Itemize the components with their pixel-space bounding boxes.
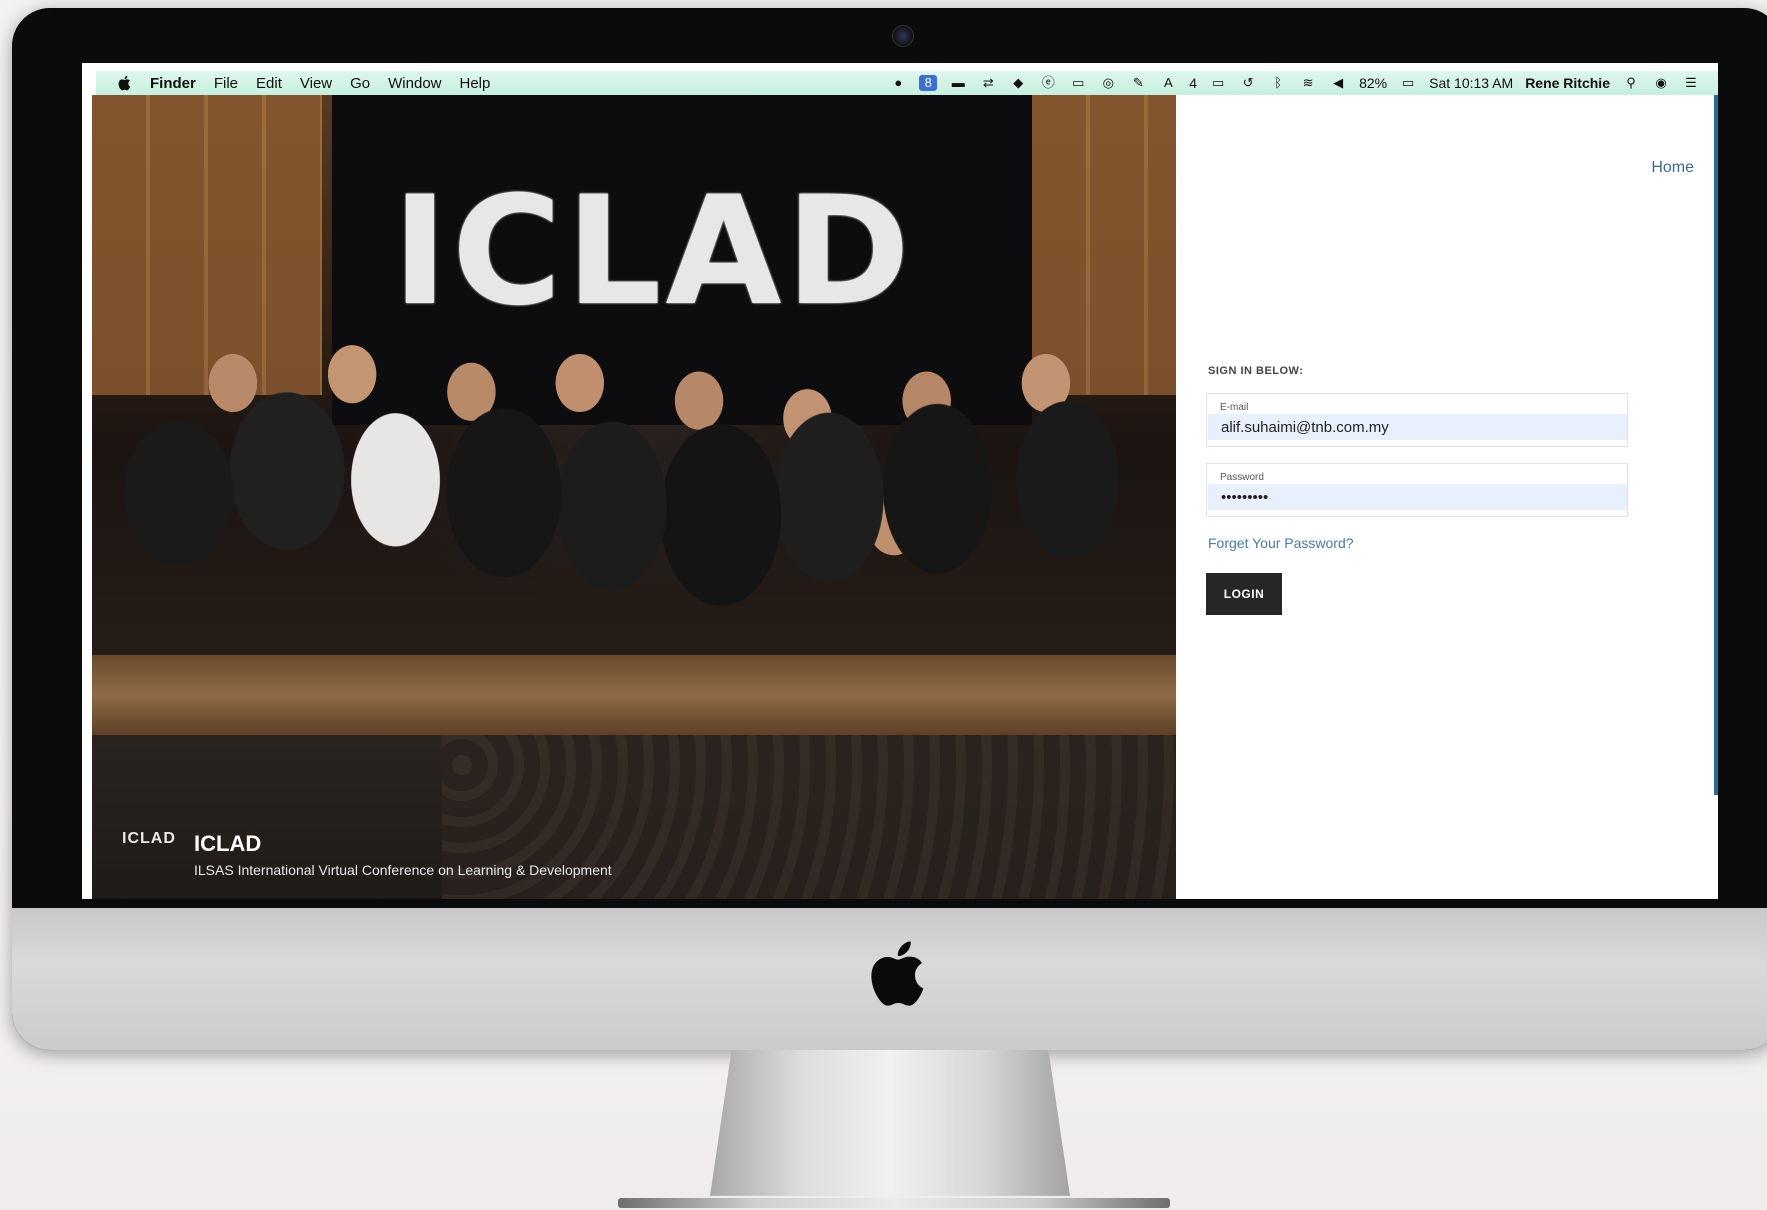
screen: Finder File Edit View Go Window Help ● 8… xyxy=(82,63,1718,899)
menu-go[interactable]: Go xyxy=(350,75,370,92)
imac-stand xyxy=(710,1050,1070,1196)
menu-help[interactable]: Help xyxy=(460,75,491,92)
e-icon[interactable]: ⓔ xyxy=(1039,75,1057,91)
brand-subtitle: ILSAS International Virtual Conference o… xyxy=(194,862,612,878)
camera-icon xyxy=(892,25,914,47)
email-label: E-mail xyxy=(1220,402,1249,413)
bluetooth-icon[interactable]: ᛒ xyxy=(1269,75,1287,91)
menu-file[interactable]: File xyxy=(214,75,238,92)
battery-percent: 82% xyxy=(1359,75,1388,91)
imac-frame: Finder File Edit View Go Window Help ● 8… xyxy=(12,8,1767,1050)
volume-icon[interactable]: ◀ xyxy=(1329,75,1347,91)
password-input[interactable] xyxy=(1208,484,1627,510)
menu-view[interactable]: View xyxy=(300,75,332,92)
time-machine-icon[interactable]: ↺ xyxy=(1239,75,1257,91)
siri-icon[interactable]: ◉ xyxy=(1652,75,1670,91)
apple-logo-icon xyxy=(871,941,924,1006)
signin-heading: SIGN IN BELOW: xyxy=(1208,365,1304,377)
tool-icon[interactable]: ✎ xyxy=(1129,75,1147,91)
battery-icon[interactable]: ▭ xyxy=(1399,75,1417,91)
menu-bar: Finder File Edit View Go Window Help ● 8… xyxy=(96,71,1718,95)
adobe-count: 4 xyxy=(1189,75,1198,91)
login-button[interactable]: LOGIN xyxy=(1206,573,1282,615)
screen-icon[interactable]: ▭ xyxy=(1069,75,1087,91)
carpet-floor xyxy=(92,655,1176,735)
menu-edit[interactable]: Edit xyxy=(256,75,282,92)
user-name[interactable]: Rene Ritchie xyxy=(1525,75,1610,91)
login-panel: Home SIGN IN BELOW: E-mail Password Forg… xyxy=(1176,95,1718,899)
brand-title: ICLAD xyxy=(194,831,262,856)
menu-extras: ● 8 ▬ ⇄ ◆ ⓔ ▭ ◎ ✎ A 4 ▭ ↺ ᛒ ≋ ◀ 82% ▭ Sa… xyxy=(889,71,1700,95)
search-icon[interactable]: ⚲ xyxy=(1622,75,1640,91)
forgot-password-link[interactable]: Forget Your Password? xyxy=(1208,535,1354,551)
sync-icon[interactable]: ⇄ xyxy=(979,75,997,91)
imac-stand-foot xyxy=(618,1198,1170,1208)
wifi-icon[interactable]: ≋ xyxy=(1299,75,1317,91)
notification-icon[interactable]: ● xyxy=(889,75,907,91)
clock[interactable]: Sat 10:13 AM xyxy=(1429,75,1513,91)
email-input[interactable] xyxy=(1208,414,1627,440)
menu-finder[interactable]: Finder xyxy=(150,75,196,92)
message-icon[interactable]: ▬ xyxy=(949,75,967,91)
hero-image: ICLAD ICLAD ICLAD ILSAS International Vi… xyxy=(92,95,1176,899)
apple-menu-icon[interactable] xyxy=(116,74,134,92)
cloud-icon[interactable]: ◎ xyxy=(1099,75,1117,91)
dropbox-icon[interactable]: ◆ xyxy=(1009,75,1027,91)
window-edge xyxy=(1714,95,1718,795)
app-icon[interactable]: 8 xyxy=(919,75,938,91)
display-icon[interactable]: ▭ xyxy=(1209,75,1227,91)
notification-center-icon[interactable]: ☰ xyxy=(1682,75,1700,91)
iclad-logo: ICLAD xyxy=(122,830,176,847)
home-link[interactable]: Home xyxy=(1651,159,1694,177)
password-field[interactable]: Password xyxy=(1206,463,1628,517)
email-field[interactable]: E-mail xyxy=(1206,393,1628,447)
menu-window[interactable]: Window xyxy=(388,75,441,92)
password-label: Password xyxy=(1220,472,1264,483)
font-icon[interactable]: A xyxy=(1159,75,1177,91)
